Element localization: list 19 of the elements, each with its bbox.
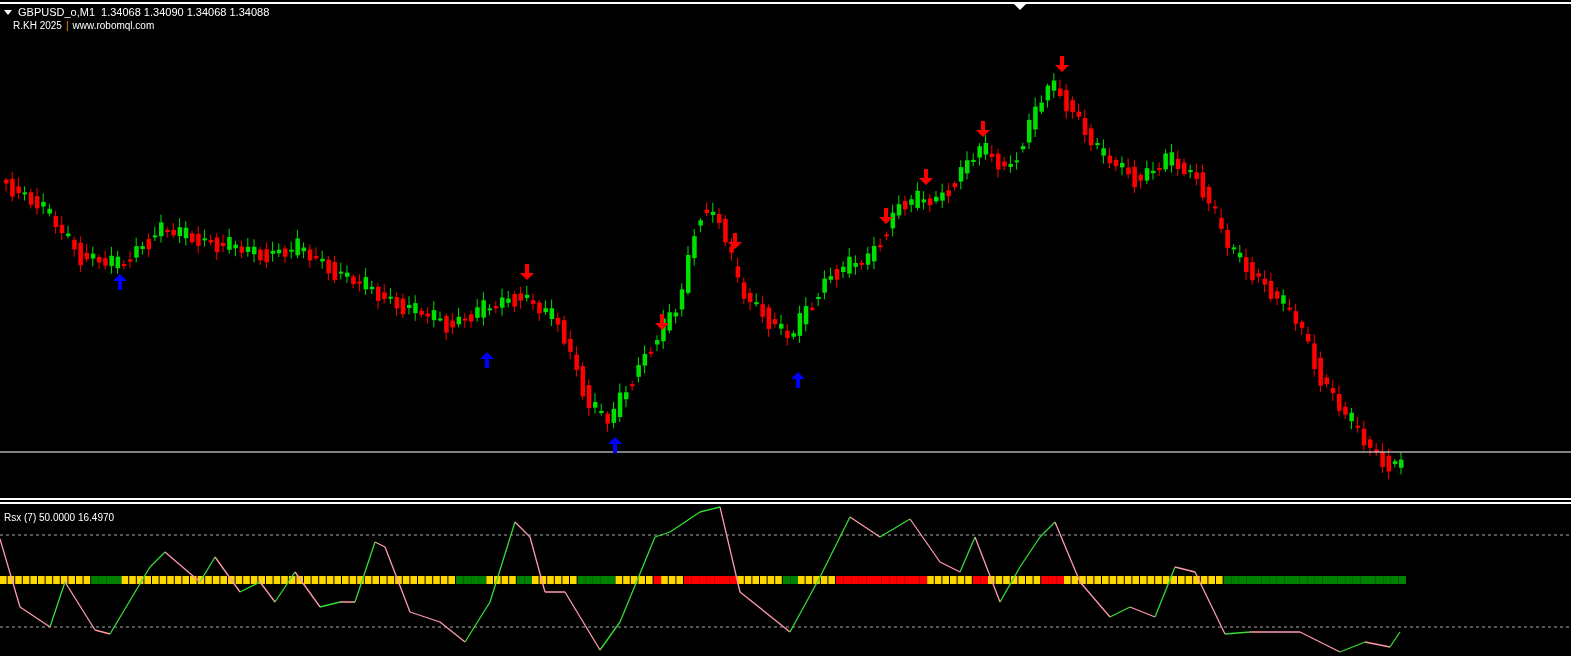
down-arrow-icon — [655, 314, 669, 330]
up-arrow-icon — [480, 352, 494, 368]
up-arrow-icon — [608, 437, 622, 453]
down-arrow-icon — [879, 208, 893, 224]
up-arrow-icon — [113, 274, 127, 290]
dropdown-caret-icon[interactable] — [4, 9, 12, 15]
down-arrow-icon — [520, 264, 534, 280]
up-arrow-icon — [791, 372, 805, 388]
down-arrow-icon — [919, 169, 933, 185]
shift-marker-icon[interactable] — [1014, 4, 1026, 10]
separator-text: | — [65, 19, 69, 33]
quote-values: 1.34068 1.34090 1.34068 1.34088 — [101, 5, 270, 19]
down-arrow-icon — [1055, 56, 1069, 72]
symbol-label: GBPUSD_o,M1 — [18, 5, 96, 19]
down-arrow-icon — [976, 121, 990, 137]
down-arrow-icon — [728, 233, 742, 249]
author-label: R.KH 2025 — [13, 19, 62, 33]
indicator-label: Rsx (7) 50.0000 16.4970 — [3, 512, 115, 523]
website-label: www.robomql.com — [72, 19, 155, 33]
